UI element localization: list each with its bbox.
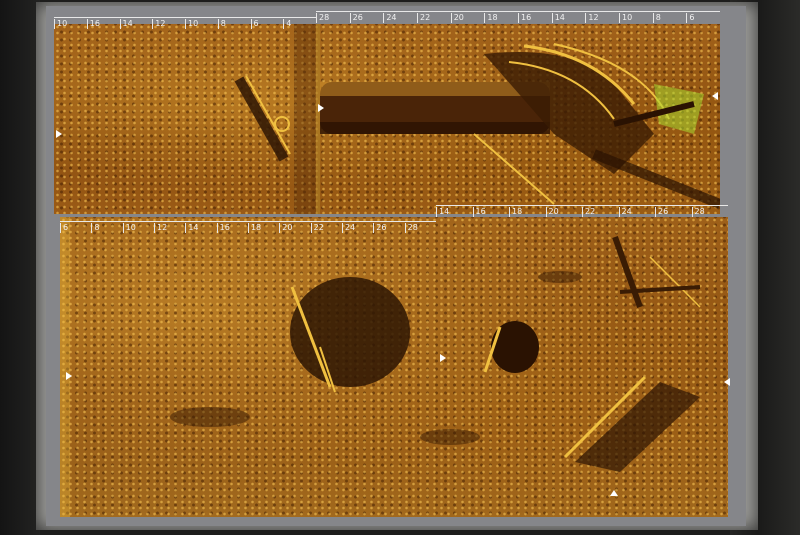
tick-label: 20: [545, 207, 583, 217]
sonar-panel-top: [54, 24, 720, 214]
tick-label: 14: [119, 19, 153, 29]
ruler-bottom-left: 6 8 10 12 14 16 18 20 22 24 26 28: [60, 221, 436, 234]
tick-label: 8: [652, 13, 687, 23]
tick-label: 6: [60, 223, 91, 233]
tick-label: 24: [341, 223, 373, 233]
ruler-top-left: 10 16 14 12 10 8 6 4: [54, 17, 316, 30]
tick-label: 14: [436, 207, 473, 217]
tick-label: 16: [216, 223, 248, 233]
ruler-bottom-right: 14 16 18 20 22 24 26 28: [436, 205, 728, 218]
tick-label: 4: [283, 19, 316, 29]
sonar-panel-bottom: [60, 217, 728, 517]
tick-label: 6: [250, 19, 284, 29]
tick-label: 16: [86, 19, 120, 29]
room-wall-left: [0, 0, 40, 535]
tick-label: 10: [619, 13, 653, 23]
tick-label: 26: [655, 207, 692, 217]
position-marker: [440, 354, 446, 362]
tick-label: 16: [472, 207, 510, 217]
tick-label: 12: [585, 13, 619, 23]
tick-label: 26: [349, 13, 384, 23]
tick-label: 22: [582, 207, 619, 217]
tick-label: 22: [310, 223, 342, 233]
tick-label: 28: [316, 13, 350, 23]
tick-label: 20: [279, 223, 310, 233]
tick-label: 12: [152, 19, 185, 29]
tick-label: 18: [509, 207, 546, 217]
tick-label: 18: [247, 223, 279, 233]
tick-label: 6: [686, 13, 720, 23]
tick-label: 10: [54, 19, 87, 29]
tick-label: 16: [518, 13, 552, 23]
tick-label: 14: [185, 223, 216, 233]
tick-label: 18: [484, 13, 518, 23]
tick-label: 8: [217, 19, 251, 29]
sonar-returns-top: [234, 24, 720, 214]
tick-label: 22: [417, 13, 451, 23]
position-marker: [724, 378, 730, 386]
position-marker: [56, 130, 62, 138]
tick-label: 10: [122, 223, 154, 233]
position-marker: [712, 92, 718, 100]
position-marker: [610, 490, 618, 496]
tick-label: 28: [404, 223, 436, 233]
position-marker: [66, 372, 72, 380]
tick-label: 20: [450, 13, 485, 23]
tick-label: 12: [153, 223, 185, 233]
tick-label: 26: [373, 223, 404, 233]
tick-label: 24: [618, 207, 656, 217]
position-marker: [318, 104, 324, 112]
tick-label: 14: [551, 13, 586, 23]
ruler-top-right: 28 26 24 22 20 18 16 14 12 10 8 6: [316, 11, 720, 24]
tick-label: 8: [91, 223, 122, 233]
tick-label: 10: [185, 19, 218, 29]
tick-label: 28: [691, 207, 729, 217]
tick-label: 24: [383, 13, 417, 23]
sonar-returns-bottom: [60, 217, 701, 517]
